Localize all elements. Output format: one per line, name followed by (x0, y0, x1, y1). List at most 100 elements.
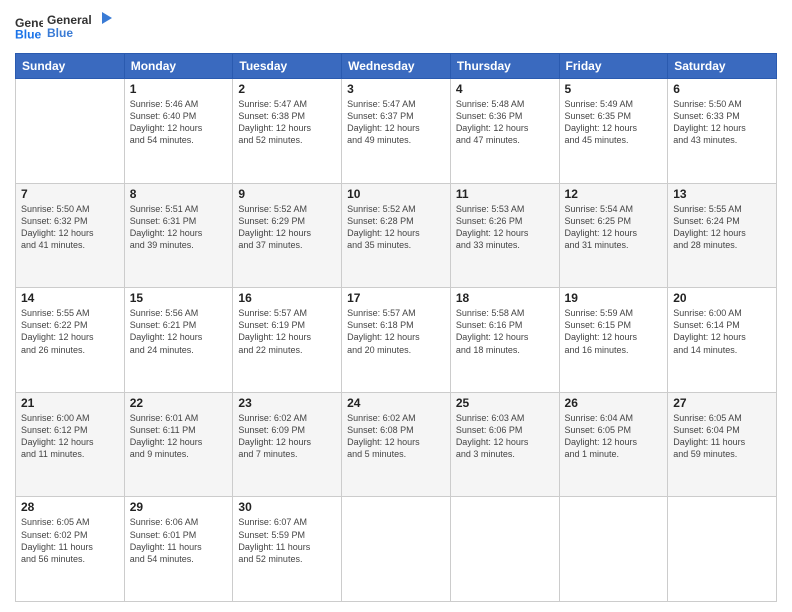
calendar-cell: 4Sunrise: 5:48 AM Sunset: 6:36 PM Daylig… (450, 79, 559, 184)
calendar-cell: 7 Sunrise: 5:50 AM Sunset: 6:32 PM Daylig… (16, 183, 125, 288)
calendar-cell: 2 Sunrise: 5:47 AM Sunset: 6:38 PM Daylig… (233, 79, 342, 184)
day-number: 26 (565, 396, 663, 410)
calendar-cell: 1 Sunrise: 5:46 AM Sunset: 6:40 PM Daylig… (124, 79, 233, 184)
calendar-cell (559, 497, 668, 602)
day-number: 30 (238, 500, 336, 514)
day-number: 2 (238, 82, 336, 96)
day-number: 3 (347, 82, 445, 96)
cell-info: Sunrise: 5:46 AM Sunset: 6:40 PM Dayligh… (130, 98, 228, 147)
day-number: 16 (238, 291, 336, 305)
calendar-cell: 11 Sunrise: 5:53 AM Sunset: 6:26 PM Dayli… (450, 183, 559, 288)
calendar-week-1: 1 Sunrise: 5:46 AM Sunset: 6:40 PM Daylig… (16, 79, 777, 184)
cell-info: Sunrise: 5:57 AM Sunset: 6:19 PM Dayligh… (238, 307, 336, 356)
cell-info: Sunrise: 6:00 AM Sunset: 6:12 PM Dayligh… (21, 412, 119, 461)
day-number: 25 (456, 396, 554, 410)
day-number: 19 (565, 291, 663, 305)
cell-info: Sunrise: 5:51 AM Sunset: 6:31 PM Dayligh… (130, 203, 228, 252)
calendar-cell: 6 Sunrise: 5:50 AM Sunset: 6:33 PM Daylig… (668, 79, 777, 184)
calendar-cell: 22 Sunrise: 6:01 AM Sunset: 6:11 PM Dayli… (124, 392, 233, 497)
day-number: 29 (130, 500, 228, 514)
calendar-header-wednesday: Wednesday (342, 54, 451, 79)
calendar-week-2: 7 Sunrise: 5:50 AM Sunset: 6:32 PM Daylig… (16, 183, 777, 288)
calendar-cell: 12 Sunrise: 5:54 AM Sunset: 6:25 PM Dayli… (559, 183, 668, 288)
logo: General Blue General Blue (15, 10, 117, 45)
cell-info: Sunrise: 5:49 AM Sunset: 6:35 PM Dayligh… (565, 98, 663, 147)
day-number: 17 (347, 291, 445, 305)
svg-text:General: General (47, 13, 92, 27)
calendar-cell (450, 497, 559, 602)
calendar-cell: 13 Sunrise: 5:55 AM Sunset: 6:24 PM Dayli… (668, 183, 777, 288)
calendar-header-friday: Friday (559, 54, 668, 79)
calendar-cell: 26 Sunrise: 6:04 AM Sunset: 6:05 PM Dayli… (559, 392, 668, 497)
cell-info: Sunrise: 5:47 AM Sunset: 6:38 PM Dayligh… (238, 98, 336, 147)
calendar-cell: 23Sunrise: 6:02 AM Sunset: 6:09 PM Dayli… (233, 392, 342, 497)
cell-info: Sunrise: 5:54 AM Sunset: 6:25 PM Dayligh… (565, 203, 663, 252)
calendar-week-3: 14 Sunrise: 5:55 AM Sunset: 6:22 PM Dayli… (16, 288, 777, 393)
cell-info: Sunrise: 6:00 AM Sunset: 6:14 PM Dayligh… (673, 307, 771, 356)
calendar-cell: 14 Sunrise: 5:55 AM Sunset: 6:22 PM Dayli… (16, 288, 125, 393)
calendar-cell: 8 Sunrise: 5:51 AM Sunset: 6:31 PM Daylig… (124, 183, 233, 288)
calendar-cell: 10Sunrise: 5:52 AM Sunset: 6:28 PM Dayli… (342, 183, 451, 288)
calendar-cell (668, 497, 777, 602)
day-number: 5 (565, 82, 663, 96)
day-number: 9 (238, 187, 336, 201)
calendar-header-row: SundayMondayTuesdayWednesdayThursdayFrid… (16, 54, 777, 79)
calendar-header-saturday: Saturday (668, 54, 777, 79)
cell-info: Sunrise: 5:55 AM Sunset: 6:22 PM Dayligh… (21, 307, 119, 356)
calendar-cell: 27Sunrise: 6:05 AM Sunset: 6:04 PM Dayli… (668, 392, 777, 497)
day-number: 7 (21, 187, 119, 201)
calendar-week-4: 21 Sunrise: 6:00 AM Sunset: 6:12 PM Dayli… (16, 392, 777, 497)
calendar-cell: 30 Sunrise: 6:07 AM Sunset: 5:59 PM Dayli… (233, 497, 342, 602)
cell-info: Sunrise: 5:52 AM Sunset: 6:29 PM Dayligh… (238, 203, 336, 252)
cell-info: Sunrise: 5:58 AM Sunset: 6:16 PM Dayligh… (456, 307, 554, 356)
day-number: 1 (130, 82, 228, 96)
calendar-cell: 16 Sunrise: 5:57 AM Sunset: 6:19 PM Dayli… (233, 288, 342, 393)
cell-info: Sunrise: 6:05 AM Sunset: 6:02 PM Dayligh… (21, 516, 119, 565)
day-number: 12 (565, 187, 663, 201)
cell-info: Sunrise: 5:56 AM Sunset: 6:21 PM Dayligh… (130, 307, 228, 356)
cell-info: Sunrise: 6:02 AM Sunset: 6:09 PM Dayligh… (238, 412, 336, 461)
day-number: 28 (21, 500, 119, 514)
calendar-cell: 5 Sunrise: 5:49 AM Sunset: 6:35 PM Daylig… (559, 79, 668, 184)
cell-info: Sunrise: 6:02 AM Sunset: 6:08 PM Dayligh… (347, 412, 445, 461)
calendar-cell: 29 Sunrise: 6:06 AM Sunset: 6:01 PM Dayli… (124, 497, 233, 602)
calendar-cell: 28 Sunrise: 6:05 AM Sunset: 6:02 PM Dayli… (16, 497, 125, 602)
cell-info: Sunrise: 5:50 AM Sunset: 6:32 PM Dayligh… (21, 203, 119, 252)
calendar-cell (16, 79, 125, 184)
cell-info: Sunrise: 6:06 AM Sunset: 6:01 PM Dayligh… (130, 516, 228, 565)
day-number: 6 (673, 82, 771, 96)
day-number: 10 (347, 187, 445, 201)
calendar-header-monday: Monday (124, 54, 233, 79)
cell-info: Sunrise: 5:57 AM Sunset: 6:18 PM Dayligh… (347, 307, 445, 356)
day-number: 8 (130, 187, 228, 201)
calendar-week-5: 28 Sunrise: 6:05 AM Sunset: 6:02 PM Dayli… (16, 497, 777, 602)
day-number: 15 (130, 291, 228, 305)
logo-icon: General Blue (15, 14, 43, 42)
day-number: 20 (673, 291, 771, 305)
day-number: 22 (130, 396, 228, 410)
cell-info: Sunrise: 5:55 AM Sunset: 6:24 PM Dayligh… (673, 203, 771, 252)
day-number: 11 (456, 187, 554, 201)
day-number: 18 (456, 291, 554, 305)
calendar-cell: 3 Sunrise: 5:47 AM Sunset: 6:37 PM Daylig… (342, 79, 451, 184)
calendar-cell: 9 Sunrise: 5:52 AM Sunset: 6:29 PM Daylig… (233, 183, 342, 288)
cell-info: Sunrise: 6:04 AM Sunset: 6:05 PM Dayligh… (565, 412, 663, 461)
day-number: 13 (673, 187, 771, 201)
calendar-header-sunday: Sunday (16, 54, 125, 79)
page: General Blue General Blue SundayMondayTu… (0, 0, 792, 612)
calendar-cell (342, 497, 451, 602)
header: General Blue General Blue (15, 10, 777, 45)
calendar-header-tuesday: Tuesday (233, 54, 342, 79)
calendar-table: SundayMondayTuesdayWednesdayThursdayFrid… (15, 53, 777, 602)
svg-text:Blue: Blue (15, 27, 42, 41)
cell-info: Sunrise: 6:01 AM Sunset: 6:11 PM Dayligh… (130, 412, 228, 461)
cell-info: Sunrise: 5:47 AM Sunset: 6:37 PM Dayligh… (347, 98, 445, 147)
day-number: 21 (21, 396, 119, 410)
cell-info: Sunrise: 5:53 AM Sunset: 6:26 PM Dayligh… (456, 203, 554, 252)
cell-info: Sunrise: 6:05 AM Sunset: 6:04 PM Dayligh… (673, 412, 771, 461)
cell-info: Sunrise: 6:07 AM Sunset: 5:59 PM Dayligh… (238, 516, 336, 565)
cell-info: Sunrise: 5:50 AM Sunset: 6:33 PM Dayligh… (673, 98, 771, 147)
day-number: 14 (21, 291, 119, 305)
calendar-cell: 19Sunrise: 5:59 AM Sunset: 6:15 PM Dayli… (559, 288, 668, 393)
calendar-cell: 24Sunrise: 6:02 AM Sunset: 6:08 PM Dayli… (342, 392, 451, 497)
